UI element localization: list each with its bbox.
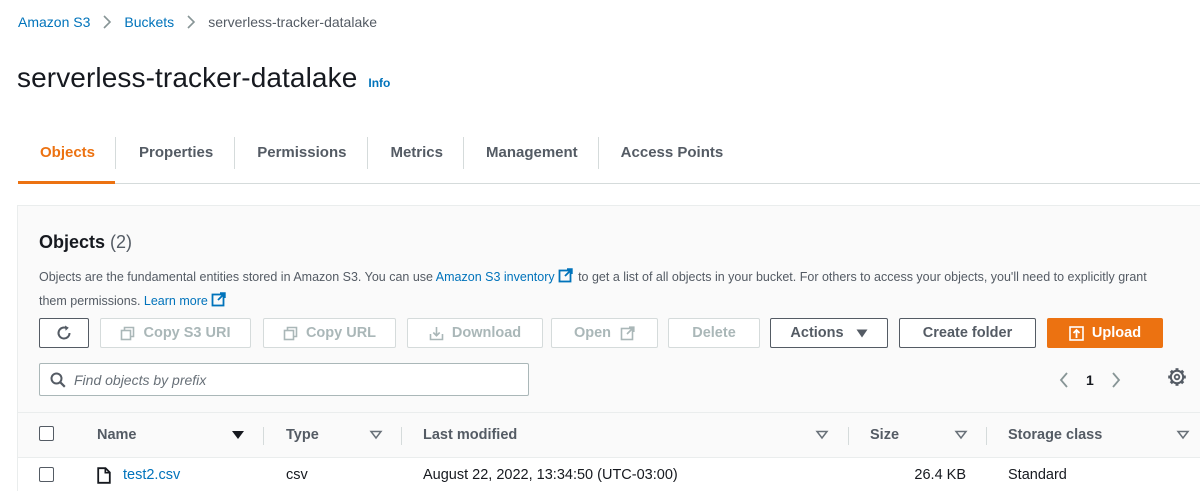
chevron-right-icon (102, 15, 112, 29)
info-link[interactable]: Info (368, 76, 390, 90)
page-number[interactable]: 1 (1086, 372, 1094, 388)
open-button[interactable]: Open (551, 318, 658, 348)
object-storage-class-cell: Standard (1008, 467, 1067, 483)
object-name-cell: test2.csv (97, 458, 180, 491)
delete-label: Delete (692, 325, 736, 341)
chevron-left-icon[interactable] (1058, 371, 1070, 389)
page-header: serverless-tracker-datalake Info (17, 62, 390, 94)
copy-s3-uri-button[interactable]: Copy S3 URI (100, 318, 251, 348)
column-divider (263, 427, 264, 445)
table-row: test2.csv csv August 22, 2022, 13:34:50 … (18, 458, 1200, 491)
search-box (39, 363, 529, 396)
objects-panel: Objects (2) Objects are the fundamental … (17, 205, 1200, 491)
tab-properties[interactable]: Properties (116, 122, 234, 183)
tab-permissions[interactable]: Permissions (235, 122, 367, 183)
column-divider (401, 427, 402, 445)
external-link-icon (211, 292, 226, 314)
object-size-cell: 26.4 KB (914, 467, 966, 483)
tab-bar: Objects Properties Permissions Metrics M… (18, 122, 1200, 184)
sort-icon[interactable] (1176, 427, 1190, 443)
column-header-size[interactable]: Size (870, 413, 899, 457)
sort-icon[interactable] (815, 427, 829, 443)
actions-label: Actions (790, 325, 844, 341)
search-input[interactable] (74, 371, 494, 388)
copy-icon (283, 326, 298, 341)
inventory-link[interactable]: Amazon S3 inventory (436, 270, 555, 284)
refresh-icon (55, 324, 73, 342)
sort-icon[interactable] (369, 427, 383, 443)
copy-s3-uri-label: Copy S3 URI (143, 325, 231, 341)
objects-panel-header: Objects (2) Objects are the fundamental … (18, 206, 1200, 412)
select-all-checkbox[interactable] (39, 426, 54, 441)
breadcrumb-current: serverless-tracker-datalake (208, 14, 378, 30)
objects-description: Objects are the fundamental entities sto… (39, 266, 1159, 314)
sort-icon[interactable] (954, 427, 968, 443)
page-title: serverless-tracker-datalake (17, 62, 358, 93)
tab-objects[interactable]: Objects (18, 122, 116, 184)
external-link-icon (620, 325, 635, 341)
search-icon (50, 372, 66, 388)
objects-count: (2) (110, 232, 133, 252)
upload-icon (1069, 325, 1084, 341)
caret-down-icon (856, 329, 868, 338)
upload-button[interactable]: Upload (1047, 318, 1163, 348)
sort-desc-icon[interactable] (231, 427, 245, 443)
tab-metrics[interactable]: Metrics (368, 122, 463, 183)
learn-more-link[interactable]: Learn more (144, 294, 208, 308)
delete-button[interactable]: Delete (668, 318, 760, 348)
column-divider (986, 427, 987, 445)
upload-label: Upload (1091, 325, 1142, 341)
refresh-button[interactable] (39, 318, 89, 348)
chevron-right-icon (186, 15, 196, 29)
breadcrumb-amazon-s3[interactable]: Amazon S3 (18, 14, 90, 30)
row-checkbox[interactable] (39, 467, 54, 482)
download-icon (429, 326, 444, 341)
objects-heading: Objects (2) (39, 232, 132, 253)
breadcrumb: Amazon S3 Buckets serverless-tracker-dat… (18, 12, 377, 32)
object-type-cell: csv (286, 467, 308, 483)
column-header-name[interactable]: Name (97, 413, 137, 457)
table-header: Name Type Last modified Size Storage cla… (18, 412, 1200, 458)
column-divider (848, 427, 849, 445)
description-text: Objects are the fundamental entities sto… (39, 270, 436, 284)
open-label: Open (573, 325, 612, 341)
column-header-type[interactable]: Type (286, 413, 319, 457)
copy-url-label: Copy URL (305, 325, 377, 341)
object-last-modified-cell: August 22, 2022, 13:34:50 (UTC-03:00) (423, 467, 678, 483)
copy-url-button[interactable]: Copy URL (263, 318, 396, 348)
column-header-last-modified[interactable]: Last modified (423, 413, 517, 457)
tab-management[interactable]: Management (464, 122, 598, 183)
download-button[interactable]: Download (407, 318, 543, 348)
chevron-right-icon[interactable] (1110, 371, 1122, 389)
tab-access-points[interactable]: Access Points (599, 122, 744, 183)
download-label: Download (451, 325, 522, 341)
objects-title: Objects (39, 232, 106, 252)
object-name-link[interactable]: test2.csv (123, 467, 180, 483)
copy-icon (120, 326, 135, 341)
file-icon (97, 466, 111, 484)
external-link-icon (558, 268, 573, 290)
column-header-storage-class[interactable]: Storage class (1008, 413, 1102, 457)
gear-icon[interactable] (1167, 367, 1187, 387)
actions-dropdown[interactable]: Actions (770, 318, 888, 348)
create-folder-button[interactable]: Create folder (899, 318, 1036, 348)
pagination: 1 (1058, 363, 1122, 396)
breadcrumb-buckets[interactable]: Buckets (124, 14, 174, 30)
create-folder-label: Create folder (922, 325, 1013, 341)
